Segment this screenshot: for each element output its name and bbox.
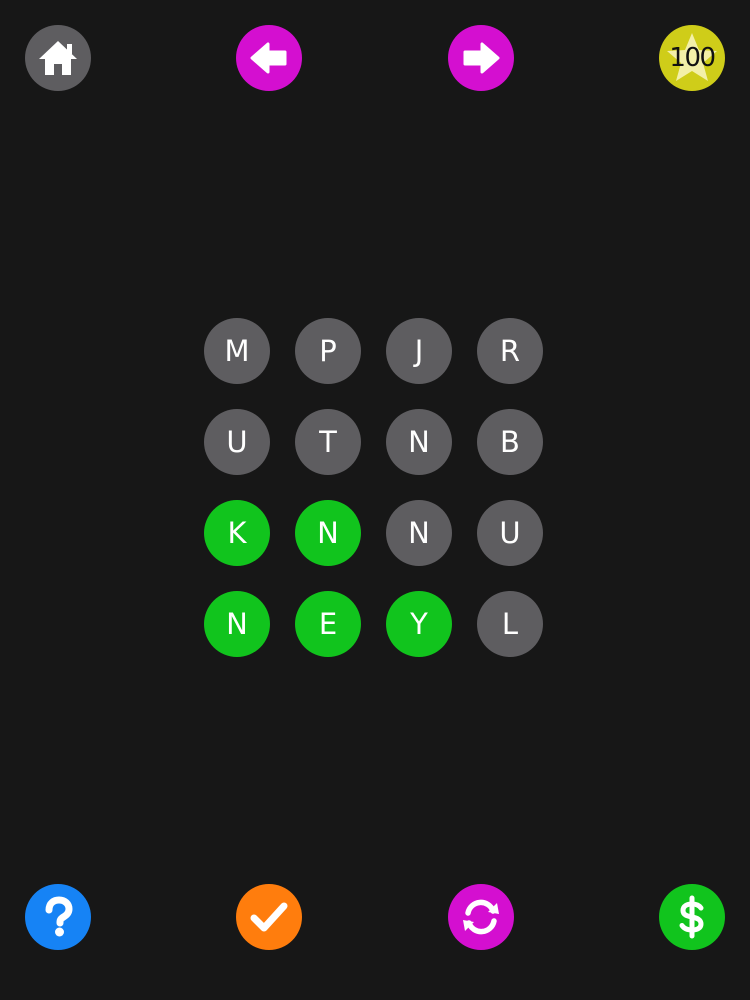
letter-tile[interactable]: N [386, 409, 452, 475]
home-icon [39, 41, 77, 75]
arrow-left-icon [250, 42, 287, 74]
letter-tile[interactable]: N [204, 591, 270, 657]
shop-button[interactable] [659, 884, 725, 950]
next-button[interactable] [448, 25, 514, 91]
letter-tile[interactable]: N [386, 500, 452, 566]
coins-badge[interactable]: 100 [659, 25, 725, 91]
letter-tile[interactable]: U [204, 409, 270, 475]
letter-tile[interactable]: U [477, 500, 543, 566]
checkmark-icon [250, 902, 288, 932]
letter-tile[interactable]: P [295, 318, 361, 384]
letter-tile[interactable]: K [204, 500, 270, 566]
letter-tile[interactable]: N [295, 500, 361, 566]
letter-tile[interactable]: Y [386, 591, 452, 657]
letter-tile[interactable]: R [477, 318, 543, 384]
game-screen: 100 MPJRUTNBKNNUNEYL [0, 0, 750, 1000]
coin-count: 100 [669, 43, 716, 73]
home-button[interactable] [25, 25, 91, 91]
refresh-icon [463, 899, 499, 935]
shuffle-button[interactable] [448, 884, 514, 950]
letter-tile[interactable]: T [295, 409, 361, 475]
letter-tile[interactable]: L [477, 591, 543, 657]
submit-word-button[interactable] [236, 884, 302, 950]
letter-tile[interactable]: E [295, 591, 361, 657]
letter-tile[interactable]: B [477, 409, 543, 475]
previous-button[interactable] [236, 25, 302, 91]
help-button[interactable] [25, 884, 91, 950]
letter-tile[interactable]: M [204, 318, 270, 384]
letter-grid: MPJRUTNBKNNUNEYL [204, 318, 548, 662]
letter-tile[interactable]: J [386, 318, 452, 384]
arrow-right-icon [463, 42, 500, 74]
dollar-icon [679, 895, 704, 939]
question-mark-icon [45, 896, 73, 937]
